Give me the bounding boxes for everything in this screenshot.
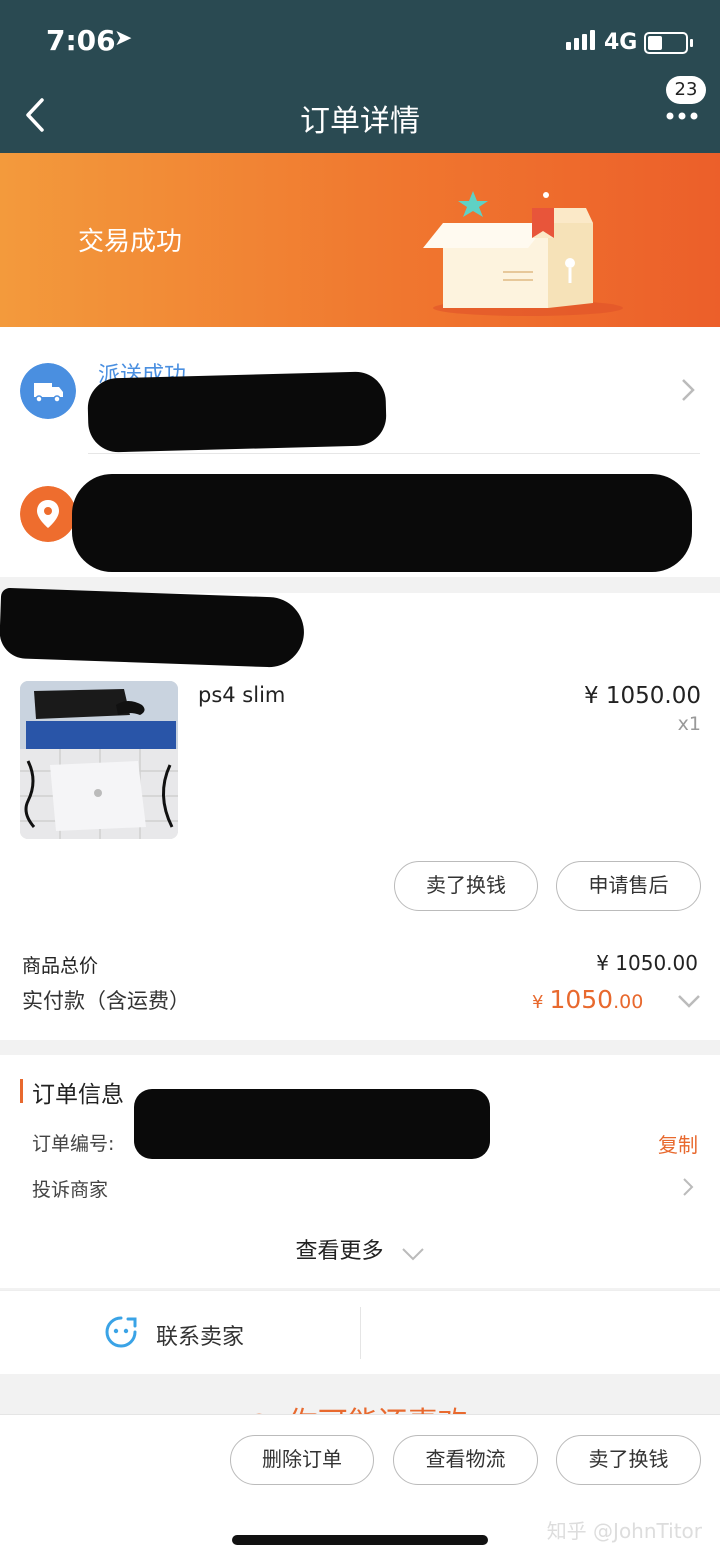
see-more-label: 查看更多 xyxy=(295,1239,384,1264)
recommend-heading-text: 你可能还喜欢 xyxy=(288,1406,468,1414)
paid-integer: 1050 xyxy=(549,985,614,1014)
product-thumbnail xyxy=(20,681,178,839)
order-status-text: 交易成功 xyxy=(78,227,183,257)
vertical-divider xyxy=(360,1307,361,1359)
more-button[interactable] xyxy=(664,106,704,126)
order-number-label: 订单编号: xyxy=(32,1133,115,1155)
goods-total-value: ¥ 1050.00 xyxy=(596,951,698,975)
location-arrow-icon: ➤ xyxy=(114,26,133,51)
after-sale-button[interactable]: 申请售后 xyxy=(556,861,701,911)
chevron-right-icon xyxy=(683,1178,694,1196)
product-price: ¥ 1050.00 xyxy=(583,683,701,709)
recommend-heart-icon: ● xyxy=(246,1406,272,1414)
copy-button[interactable]: 复制 xyxy=(658,1129,698,1158)
chat-face-icon xyxy=(105,1316,137,1348)
paid-amount-value: ¥1050.00 xyxy=(532,985,643,1014)
location-pin-icon xyxy=(20,486,76,542)
chevron-down-icon[interactable] xyxy=(676,993,702,1009)
contact-section: 联系卖家 xyxy=(0,1290,720,1374)
view-logistics-button[interactable]: 查看物流 xyxy=(393,1435,538,1485)
product-quantity: x1 xyxy=(677,713,701,735)
sell-for-cash-bottom-button[interactable]: 卖了换钱 xyxy=(556,1435,701,1485)
order-info-section: 订单信息 订单编号: 复制 投诉商家 查看更多 xyxy=(0,1055,720,1288)
more-dots-icon xyxy=(666,112,698,120)
shipping-section: 派送成功 xyxy=(0,327,720,577)
gift-box-illustration xyxy=(423,191,623,316)
home-indicator xyxy=(232,1535,488,1545)
product-section: ps4 slim ¥ 1050.00 x1 卖了换钱 申请售后 商品总价 ¥ 1… xyxy=(0,587,720,1040)
order-info-heading: 订单信息 xyxy=(32,1082,124,1108)
redacted-order-number xyxy=(134,1089,490,1159)
product-name: ps4 slim xyxy=(198,683,286,707)
nav-bar: 订单详情 23 xyxy=(0,76,720,153)
see-more-button[interactable]: 查看更多 xyxy=(0,1233,720,1273)
chevron-down-icon xyxy=(401,1247,424,1260)
order-status-banner: 交易成功 xyxy=(0,153,720,327)
delete-order-button[interactable]: 删除订单 xyxy=(230,1435,374,1485)
redacted-seller-name xyxy=(0,587,306,669)
network-type: 4G xyxy=(604,30,638,55)
battery-icon xyxy=(644,32,688,54)
bottom-action-bar: 删除订单 查看物流 卖了换钱 知乎 @JohnTitor xyxy=(0,1414,720,1558)
status-bar: 7:06 ➤ 4G xyxy=(0,0,720,80)
message-badge: 23 xyxy=(666,76,706,104)
status-time: 7:06 xyxy=(46,24,116,57)
complaint-row[interactable]: 投诉商家 xyxy=(0,1163,720,1209)
paid-amount-label: 实付款（含运费） xyxy=(22,989,190,1013)
heading-accent-bar xyxy=(20,1079,23,1103)
sell-for-cash-button[interactable]: 卖了换钱 xyxy=(394,861,538,911)
recommend-heading: ● 你可能还喜欢 xyxy=(246,1394,468,1414)
watermark: 知乎 @JohnTitor xyxy=(546,1519,702,1543)
chevron-right-icon xyxy=(682,379,695,401)
product-item[interactable]: ps4 slim ¥ 1050.00 x1 xyxy=(0,679,720,839)
page-title: 订单详情 xyxy=(300,104,420,139)
goods-total-label: 商品总价 xyxy=(22,955,99,977)
complaint-label: 投诉商家 xyxy=(32,1179,109,1201)
contact-seller-label: 联系卖家 xyxy=(156,1325,245,1350)
redacted-address xyxy=(72,474,692,572)
delivery-row[interactable]: 派送成功 xyxy=(0,327,720,453)
address-row xyxy=(0,454,720,577)
paid-decimal: .00 xyxy=(613,991,644,1013)
redacted-delivery-detail xyxy=(87,371,387,453)
paid-currency: ¥ xyxy=(532,992,544,1013)
cellular-signal-icon xyxy=(566,30,595,50)
truck-icon xyxy=(20,363,76,419)
contact-seller-button[interactable]: 联系卖家 xyxy=(0,1291,360,1375)
battery-tip xyxy=(690,39,693,47)
